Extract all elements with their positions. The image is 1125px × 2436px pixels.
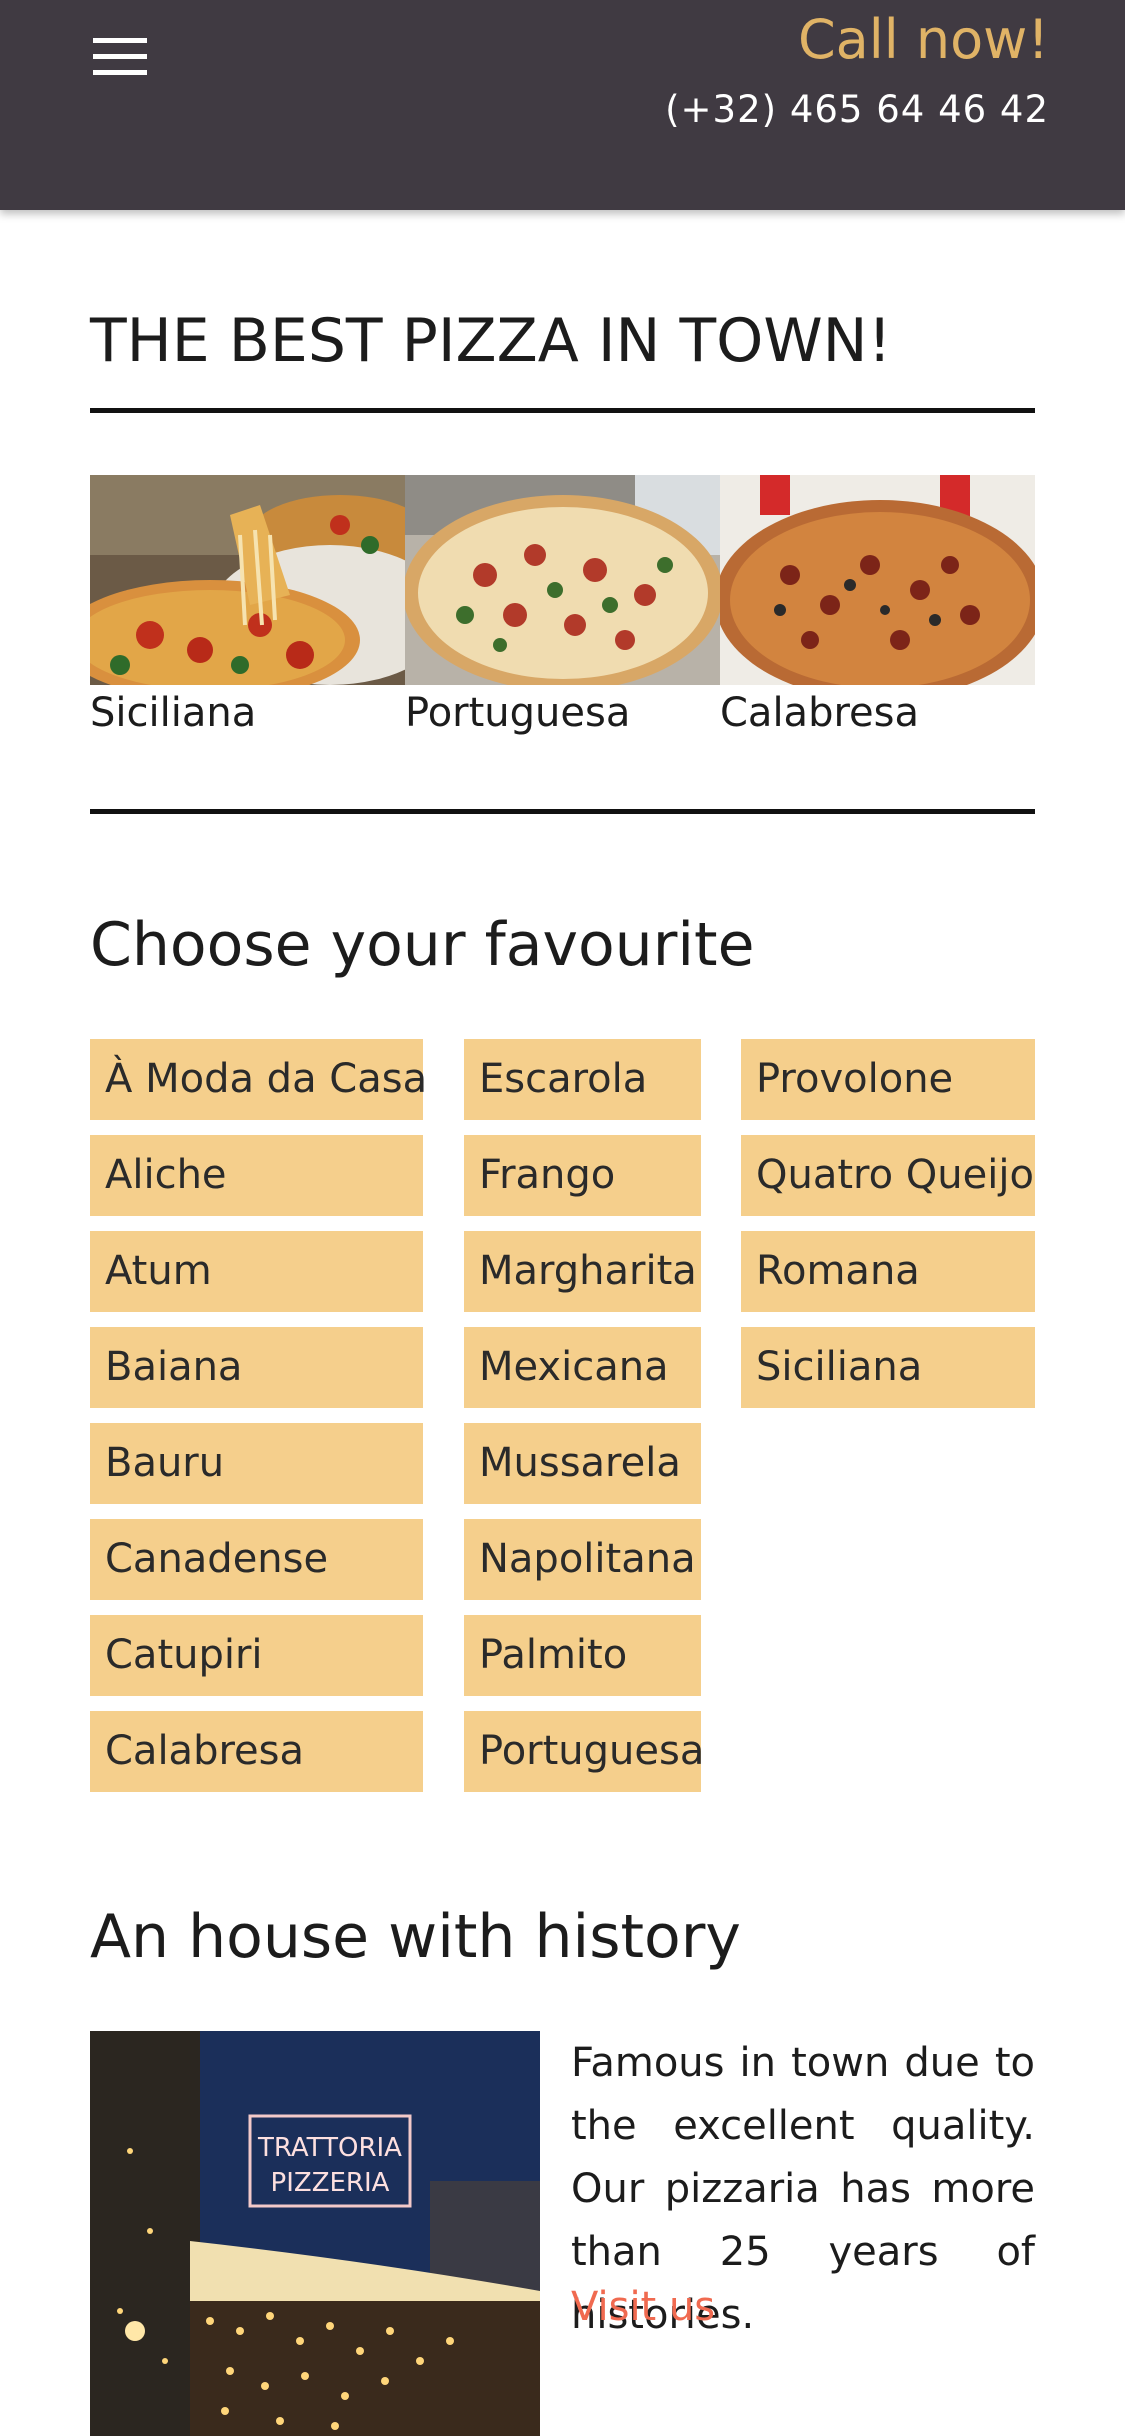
top-header: Call now! (+32) 465 64 46 42 <box>0 0 1125 210</box>
visit-us-link[interactable]: Visit us <box>571 2284 715 2330</box>
pizza-option-button[interactable]: Canadense <box>90 1519 423 1600</box>
pizza-option-button[interactable]: Calabresa <box>90 1711 423 1792</box>
pizza-gallery <box>90 475 1035 685</box>
pizza-option-button[interactable]: Romana <box>741 1231 1035 1312</box>
pizza-image-siciliana[interactable] <box>90 475 405 685</box>
favourites-heading: Choose your favourite <box>90 910 755 980</box>
restaurant-photo: TRATTORIA PIZZERIA <box>90 2031 540 2436</box>
call-now-label: Call now! <box>797 8 1049 71</box>
pizza-option-button[interactable]: Frango <box>464 1135 701 1216</box>
favourites-column-3: Provolone Quatro Queijo Romana Siciliana <box>741 1039 1035 1423</box>
pizza-image-portuguesa[interactable] <box>405 475 720 685</box>
pizza-option-button[interactable]: Mexicana <box>464 1327 701 1408</box>
pizza-caption-portuguesa: Portuguesa <box>405 690 631 736</box>
pizza-option-button[interactable]: Quatro Queijo <box>741 1135 1035 1216</box>
pizza-option-button[interactable]: Provolone <box>741 1039 1035 1120</box>
pizza-option-button[interactable]: Escarola <box>464 1039 701 1120</box>
sign-text-line1: TRATTORIA <box>257 2133 402 2163</box>
pizza-option-button[interactable]: Palmito <box>464 1615 701 1696</box>
pizza-image-calabresa[interactable] <box>720 475 1035 685</box>
phone-number-link[interactable]: (+32) 465 64 46 42 <box>665 88 1049 131</box>
pizza-option-button[interactable]: Baiana <box>90 1327 423 1408</box>
pizza-option-button[interactable]: Portuguesa <box>464 1711 704 1792</box>
pizza-caption-siciliana: Siciliana <box>90 690 257 736</box>
pizza-caption-calabresa: Calabresa <box>720 690 919 736</box>
sign-text-line2: PIZZERIA <box>271 2168 390 2198</box>
hamburger-menu-icon[interactable] <box>93 38 147 78</box>
pizza-option-button[interactable]: Bauru <box>90 1423 423 1504</box>
history-heading: An house with history <box>90 1902 741 1972</box>
favourites-column-1: À Moda da Casa Aliche Atum Baiana Bauru … <box>90 1039 427 1807</box>
pizza-option-button[interactable]: Siciliana <box>741 1327 1035 1408</box>
pizza-option-button[interactable]: Napolitana <box>464 1519 701 1600</box>
pizza-option-button[interactable]: À Moda da Casa <box>90 1039 427 1120</box>
pizza-option-button[interactable]: Mussarela <box>464 1423 701 1504</box>
pizza-option-button[interactable]: Catupiri <box>90 1615 423 1696</box>
divider <box>90 809 1035 814</box>
favourites-column-2: Escarola Frango Margharita Mexicana Muss… <box>464 1039 704 1807</box>
pizza-option-button[interactable]: Margharita <box>464 1231 701 1312</box>
pizza-option-button[interactable]: Aliche <box>90 1135 423 1216</box>
page-title: THE BEST PIZZA IN TOWN! <box>90 306 892 376</box>
pizza-option-button[interactable]: Atum <box>90 1231 423 1312</box>
divider <box>90 408 1035 413</box>
